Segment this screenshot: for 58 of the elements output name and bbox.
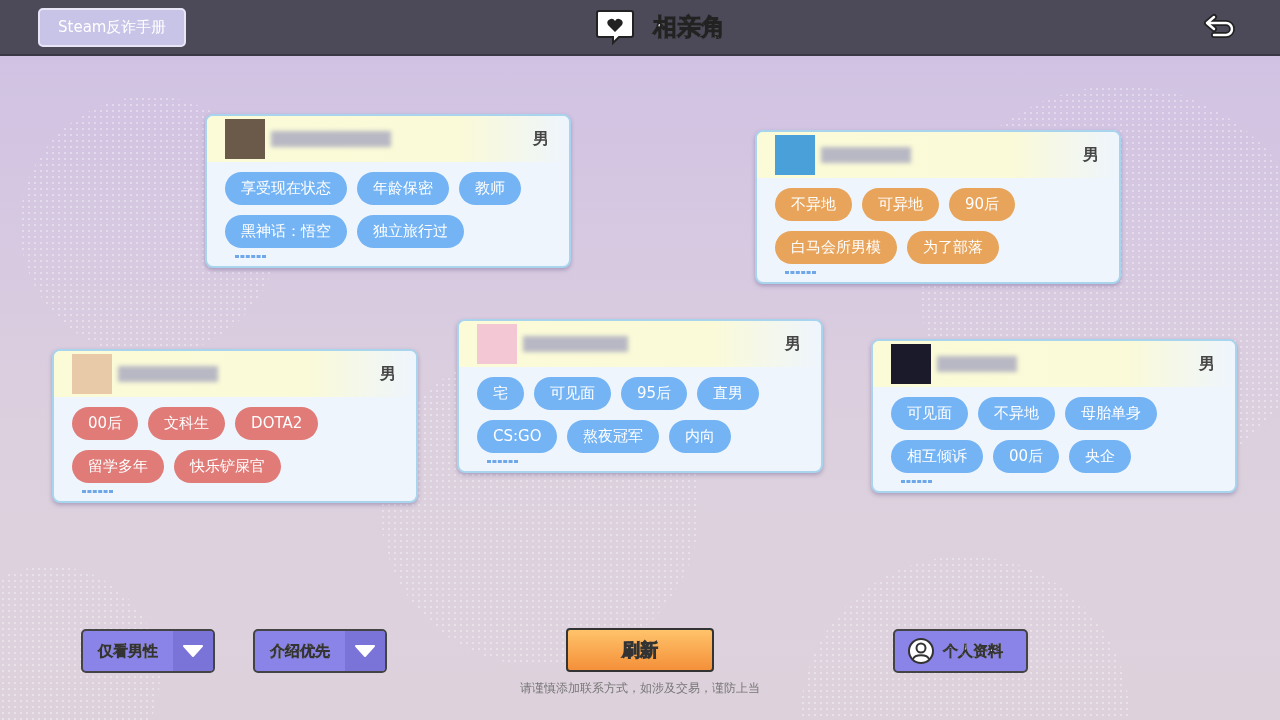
gender-label: 男 [1199,353,1215,375]
interest-tag: 不异地 [775,188,852,221]
heart-chat-icon [595,9,636,45]
gender-label: 男 [785,333,801,355]
caret-icon [182,644,204,658]
interest-tag: 95后 [621,377,688,410]
interest-tag: 可异地 [862,188,939,221]
profile-card[interactable]: 男 享受现在状态 年龄保密 教师 黑神话：悟空 独立旅行过 [205,114,571,268]
profile-card[interactable]: 男 00后 文科生 DOTA2 留学多年 快乐铲屎官 [52,349,418,503]
profile-button[interactable]: 个人资料 [893,629,1028,673]
interest-tag: CS:GO [477,420,558,453]
interest-tag: 教师 [459,172,521,205]
profile-card[interactable]: 男 宅 可见面 95后 直男 CS:GO 熬夜冠军 内向 [457,319,823,473]
interest-tag: 央企 [1069,440,1132,473]
interest-tag: 直男 [697,377,760,410]
interest-tag: 为了部落 [907,231,999,264]
gender-label: 男 [380,363,396,385]
dots-icon [82,490,114,493]
dots-icon [901,480,933,483]
refresh-button[interactable]: 刷新 [566,628,714,672]
profile-card[interactable]: 男 可见面 不异地 母胎单身 相互倾诉 00后 央企 [871,339,1237,493]
interest-tag: 文科生 [148,407,226,440]
avatar-image [775,135,815,175]
interest-tag: 留学多年 [72,450,164,483]
interest-tag: 00后 [993,440,1060,473]
interest-tag: 母胎单身 [1065,397,1157,430]
profile-card[interactable]: 男 不异地 可异地 90后 白马会所男模 为了部落 [755,130,1121,284]
gender-label: 男 [533,128,549,150]
interest-tag: 独立旅行过 [357,215,464,248]
interest-tag: 不异地 [978,397,1055,430]
interest-tag: 年龄保密 [357,172,449,205]
interest-tag: 可见面 [891,397,968,430]
interest-tag: 黑神话：悟空 [225,215,347,248]
avatar-image [225,119,265,159]
notice-text: 请谨慎添加联系方式，如涉及交易，谨防上当 [520,680,760,697]
interest-tag: 90后 [949,188,1016,221]
avatar-image [891,344,931,384]
avatar-image [477,324,517,364]
caret-icon [354,644,376,658]
interest-tag: 白马会所男模 [775,231,897,264]
filter-dropdown[interactable]: 仅看男性 [81,629,215,673]
interest-tag: 相互倾诉 [891,440,983,473]
avatar-image [72,354,112,394]
interest-tag: 宅 [477,377,524,410]
interest-tag: DOTA2 [235,407,319,440]
filter-dropdown[interactable]: 介绍优先 [253,629,387,673]
interest-tag: 享受现在状态 [225,172,347,205]
interest-tag: 快乐铲屎官 [174,450,281,483]
dots-icon [785,271,817,274]
interest-tag: 内向 [669,420,732,453]
interest-tag: 可见面 [534,377,611,410]
gender-label: 男 [1083,144,1099,166]
back-icon[interactable] [1204,13,1236,41]
user-icon [907,637,935,665]
dots-icon [235,255,267,258]
interest-tag: 熬夜冠军 [567,420,660,453]
interest-tag: 00后 [72,407,139,440]
dots-icon [487,460,519,463]
